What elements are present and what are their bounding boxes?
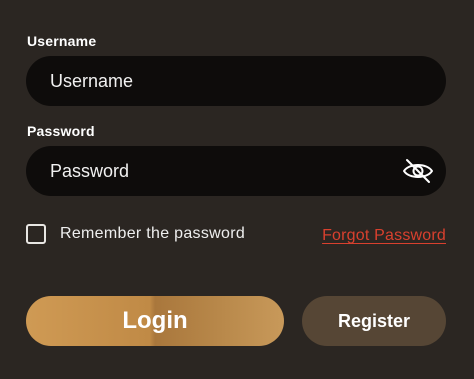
remember-label: Remember the password xyxy=(60,225,246,242)
remember-password-toggle[interactable]: Remember the password xyxy=(26,224,245,244)
username-field-container xyxy=(26,56,446,106)
username-input[interactable] xyxy=(26,56,390,106)
password-field-container xyxy=(26,146,446,196)
password-label: Password xyxy=(27,123,95,139)
remember-checkbox[interactable] xyxy=(26,224,46,244)
password-input[interactable] xyxy=(26,146,390,196)
eye-slash-icon-graphic xyxy=(403,159,433,183)
register-button[interactable]: Register xyxy=(302,296,446,346)
username-label: Username xyxy=(27,33,97,49)
login-button[interactable]: Login xyxy=(26,296,284,346)
forgot-password-link[interactable]: Forgot Password xyxy=(322,227,446,245)
eye-slash-icon[interactable] xyxy=(402,157,434,185)
